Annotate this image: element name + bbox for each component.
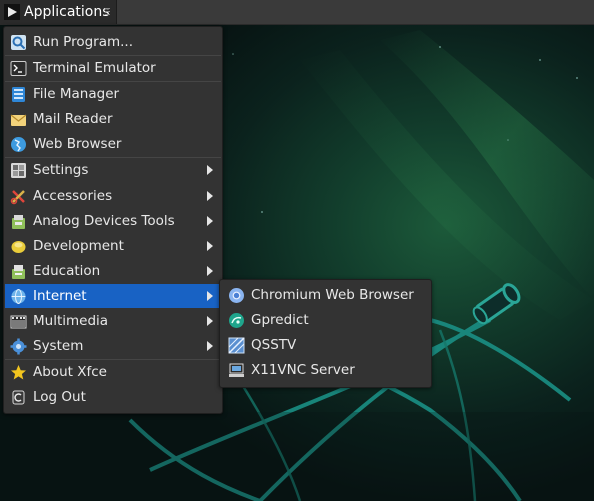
menu-item-terminal-emulator[interactable]: Terminal Emulator [5, 56, 221, 80]
gpredict-icon [229, 312, 244, 328]
system-icon [10, 338, 27, 354]
menu-item-label: Run Program... [33, 34, 134, 50]
menu-item-label: Log Out [33, 389, 86, 405]
applications-menu-button[interactable]: Applications [0, 0, 117, 24]
terminal-icon [10, 60, 27, 76]
top-panel: Applications [0, 0, 594, 25]
menu-item-label: File Manager [33, 86, 120, 102]
menu-item-label: Education [33, 263, 101, 279]
chromium-icon [229, 287, 244, 303]
submenu-arrow-icon [207, 341, 213, 351]
menu-item-label: X11VNC Server [251, 362, 355, 378]
submenu-item-x11vnc[interactable]: X11VNC Server [221, 358, 430, 382]
menu-item-analog-devices-tools[interactable]: Analog Devices Tools [5, 209, 221, 233]
mail-icon [10, 114, 27, 126]
menu-item-internet[interactable]: Internet [5, 284, 221, 308]
submenu-arrow-icon [207, 291, 213, 301]
analog-devices-tools-icon [12, 214, 25, 229]
menu-item-run-program[interactable]: Run Program... [5, 30, 221, 54]
menu-item-label: QSSTV [251, 337, 297, 353]
web-browser-icon [11, 136, 26, 152]
submenu-item-chromium[interactable]: Chromium Web Browser [221, 283, 430, 307]
x11vnc-icon [229, 363, 244, 377]
menu-item-label: Settings [33, 162, 89, 178]
accessories-icon [10, 189, 25, 204]
submenu-arrow-icon [207, 266, 213, 276]
menu-item-accessories[interactable]: Accessories [5, 184, 221, 208]
menu-item-web-browser[interactable]: Web Browser [5, 132, 221, 156]
menu-item-label: Multimedia [33, 313, 109, 329]
applications-menu: Run Program... Terminal Emulator File Ma… [3, 26, 223, 414]
file-manager-icon [12, 86, 25, 102]
multimedia-icon [10, 315, 27, 328]
menu-item-education[interactable]: Education [5, 259, 221, 283]
menu-item-label: Terminal Emulator [33, 60, 156, 76]
menu-item-mail-reader[interactable]: Mail Reader [5, 107, 221, 131]
submenu-arrow-icon [207, 241, 213, 251]
submenu-arrow-icon [207, 316, 213, 326]
submenu-item-gpredict[interactable]: Gpredict [221, 308, 430, 332]
menu-item-label: Accessories [33, 188, 113, 204]
menu-item-about-xfce[interactable]: About Xfce [5, 360, 221, 384]
menu-item-log-out[interactable]: Log Out [5, 385, 221, 409]
internet-submenu: Chromium Web Browser Gpredict QSSTV X11V… [219, 279, 432, 388]
internet-icon [11, 288, 26, 304]
qsstv-icon [228, 336, 245, 354]
applications-label: Applications [24, 4, 110, 20]
applications-logo-icon [4, 4, 20, 20]
submenu-arrow-icon [207, 191, 213, 201]
menu-item-label: Internet [33, 288, 87, 304]
settings-icon [11, 162, 26, 178]
panel-grip-handle[interactable] [105, 6, 111, 18]
submenu-item-qsstv[interactable]: QSSTV [221, 333, 430, 357]
development-icon [11, 240, 26, 253]
menu-item-label: About Xfce [33, 364, 107, 380]
menu-item-development[interactable]: Development [5, 234, 221, 258]
submenu-arrow-icon [207, 216, 213, 226]
menu-item-multimedia[interactable]: Multimedia [5, 309, 221, 333]
menu-item-system[interactable]: System [5, 334, 221, 358]
run-program-icon [11, 34, 26, 50]
menu-item-label: Gpredict [251, 312, 309, 328]
submenu-arrow-icon [207, 165, 213, 175]
menu-item-file-manager[interactable]: File Manager [5, 82, 221, 106]
menu-item-label: Analog Devices Tools [33, 213, 175, 229]
education-icon [12, 264, 25, 279]
menu-item-label: Mail Reader [33, 111, 113, 127]
logout-icon [12, 390, 25, 404]
star-icon [11, 364, 26, 379]
menu-item-label: Web Browser [33, 136, 122, 152]
menu-item-label: System [33, 338, 84, 354]
menu-item-label: Chromium Web Browser [251, 287, 414, 303]
menu-item-settings[interactable]: Settings [5, 158, 221, 182]
menu-item-label: Development [33, 238, 124, 254]
